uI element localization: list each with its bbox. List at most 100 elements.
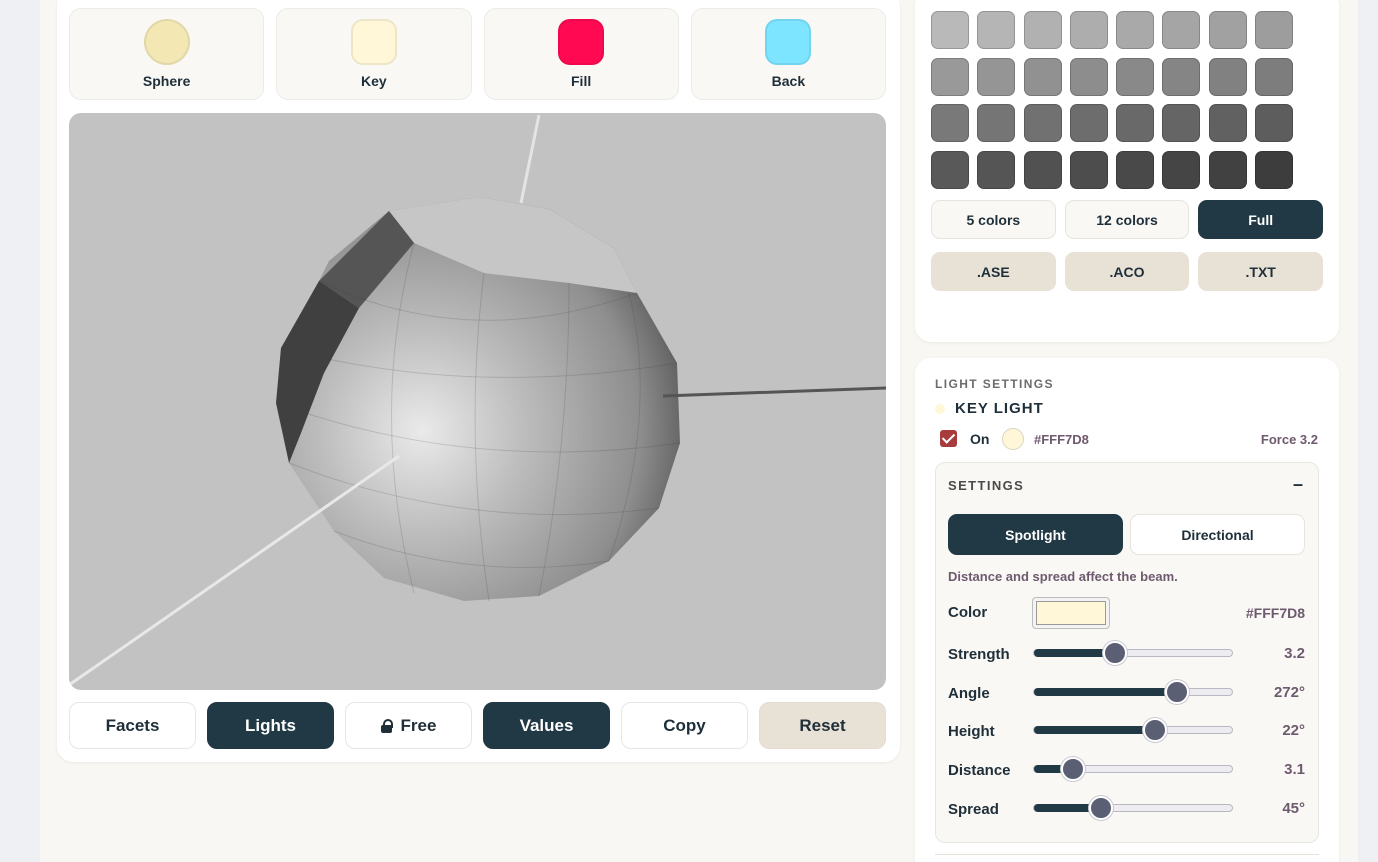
palette-swatch[interactable] [1023, 104, 1062, 143]
slider-thumb[interactable] [1060, 757, 1085, 781]
slider-fill [1034, 726, 1155, 734]
height-slider[interactable] [1033, 718, 1233, 742]
unlock-icon [380, 718, 393, 733]
palette-swatch[interactable] [931, 151, 969, 190]
export-options: .ASE .ACO .TXT [931, 252, 1324, 291]
export-txt-button[interactable]: .TXT [1198, 252, 1324, 291]
spread-slider[interactable] [1033, 796, 1233, 820]
sphere-render[interactable] [69, 113, 886, 690]
distance-slider[interactable] [1033, 757, 1233, 781]
tile-label: Fill [571, 73, 592, 89]
palette-swatch[interactable] [1069, 11, 1108, 49]
key-light-dot [935, 403, 945, 414]
key-color-swatch [350, 19, 397, 65]
tile-key[interactable]: Key [276, 8, 472, 100]
light-mode-toggle: Spotlight Directional [948, 514, 1305, 555]
light-color-picker[interactable] [1032, 597, 1110, 629]
color-count-selector: 5 colors 12 colors Full [931, 200, 1324, 239]
slider-thumb[interactable] [1103, 641, 1128, 665]
palette-swatch[interactable] [1116, 11, 1155, 49]
palette-swatch[interactable] [1116, 57, 1155, 96]
tile-label: Back [771, 73, 806, 89]
spotlight-mode-button[interactable]: Spotlight [948, 514, 1123, 555]
light-hex-value: #FFF7D8 [1034, 432, 1089, 447]
light-color-fill [1036, 601, 1106, 625]
palette-swatch[interactable] [977, 104, 1016, 143]
color-hex-value: #FFF7D8 [1245, 605, 1305, 621]
palette-swatch[interactable] [1162, 11, 1201, 49]
light-force-value: Force 3.2 [1260, 432, 1318, 447]
reset-button[interactable]: Reset [759, 702, 886, 749]
back-color-swatch [765, 19, 812, 65]
light-beam-left [69, 454, 400, 687]
sphere-viewport[interactable] [69, 113, 886, 690]
key-light-header: KEY LIGHT [935, 400, 1044, 417]
slider-thumb[interactable] [1164, 680, 1189, 704]
palette-swatch[interactable] [1208, 57, 1247, 96]
palette-swatch[interactable] [1255, 151, 1294, 190]
twelve-colors-button[interactable]: 12 colors [1064, 200, 1190, 239]
light-color-dot[interactable] [1002, 428, 1024, 450]
directional-mode-button[interactable]: Directional [1130, 514, 1305, 555]
palette-swatch[interactable] [1069, 151, 1108, 190]
free-button[interactable]: Free [345, 702, 472, 749]
palette-swatch[interactable] [931, 11, 969, 49]
palette-swatch[interactable] [1023, 11, 1062, 49]
collapse-button[interactable]: – [1293, 474, 1303, 495]
palette-swatch[interactable] [1208, 104, 1247, 143]
color-tiles: Sphere Key Fill Back [69, 8, 886, 100]
palette-swatch[interactable] [1023, 57, 1062, 96]
palette-swatch[interactable] [1162, 57, 1201, 96]
slider-fill [1034, 688, 1177, 696]
palette-swatch[interactable] [931, 57, 969, 96]
tile-back[interactable]: Back [690, 8, 886, 100]
fill-color-swatch [558, 19, 605, 65]
sphere-color-swatch [143, 19, 190, 65]
palette-swatch[interactable] [1116, 104, 1155, 143]
values-button[interactable]: Values [483, 702, 610, 749]
control-label-strength: Strength [948, 646, 1010, 663]
facets-button[interactable]: Facets [69, 702, 196, 749]
mode-hint-text: Distance and spread affect the beam. [948, 569, 1178, 584]
control-label-distance: Distance [948, 762, 1011, 779]
section-divider [935, 854, 1319, 855]
palette-swatch[interactable] [1023, 151, 1062, 190]
palette-swatch[interactable] [1255, 11, 1294, 49]
angle-slider[interactable] [1033, 680, 1233, 704]
control-label-spread: Spread [948, 801, 999, 818]
control-value-height: 22° [1282, 722, 1305, 739]
control-value-angle: 272° [1273, 684, 1305, 701]
light-beam-right [662, 386, 886, 398]
palette-swatch[interactable] [977, 11, 1016, 49]
export-ase-button[interactable]: .ASE [931, 252, 1056, 291]
export-aco-button[interactable]: .ACO [1064, 252, 1190, 291]
full-colors-button[interactable]: Full [1198, 200, 1324, 239]
viewer-toolbar: Facets Lights Free Values Copy Reset [69, 702, 886, 749]
tile-fill[interactable]: Fill [483, 8, 679, 100]
palette-swatch[interactable] [1208, 11, 1247, 49]
palette-swatch[interactable] [977, 151, 1016, 190]
tile-label: Sphere [142, 73, 191, 89]
palette-swatch[interactable] [931, 104, 969, 143]
palette-swatch[interactable] [1162, 104, 1201, 143]
light-beam-top [519, 114, 541, 204]
palette-swatch[interactable] [1069, 57, 1108, 96]
palette-swatch[interactable] [1255, 57, 1294, 96]
tile-sphere[interactable]: Sphere [69, 8, 265, 100]
copy-button[interactable]: Copy [621, 702, 748, 749]
palette-swatch[interactable] [1162, 151, 1201, 190]
palette-swatch[interactable] [1069, 104, 1108, 143]
slider-thumb[interactable] [1142, 718, 1167, 742]
tile-label: Key [361, 73, 387, 89]
control-value-distance: 3.1 [1284, 761, 1305, 778]
light-on-checkbox[interactable] [940, 430, 957, 447]
palette-swatch[interactable] [977, 57, 1016, 96]
palette-swatch[interactable] [1116, 151, 1155, 190]
palette-swatch[interactable] [1255, 104, 1294, 143]
palette-swatch[interactable] [1208, 151, 1247, 190]
light-settings-heading: LIGHT SETTINGS [935, 377, 1054, 391]
control-value-spread: 45° [1282, 800, 1305, 817]
five-colors-button[interactable]: 5 colors [931, 200, 1056, 239]
lights-button[interactable]: Lights [207, 702, 334, 749]
strength-slider[interactable] [1033, 641, 1233, 665]
